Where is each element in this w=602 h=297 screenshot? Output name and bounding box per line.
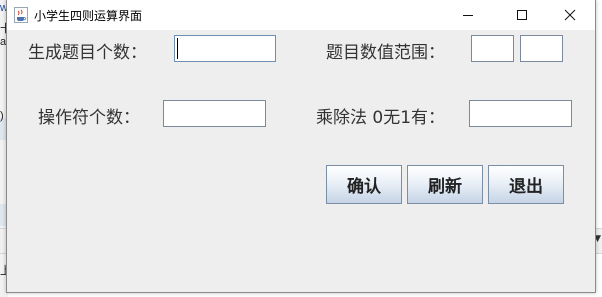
muldiv-label: 乘除法 0无1有： <box>316 108 446 128</box>
confirm-button[interactable]: 确认 <box>326 165 402 204</box>
operator-count-label: 操作符个数： <box>38 108 140 128</box>
app-window: 小学生四则运算界面 生成题目个数： 题目数值范围： 操作符个数： 乘除法 0无1… <box>6 0 596 293</box>
minimize-icon <box>463 15 473 16</box>
java-coffee-icon <box>14 7 28 23</box>
screen: w 十 a ) 上 ▼ 小学生四则运算界面 生成题目个数： 题目数值范围： 操作… <box>0 0 602 297</box>
range-min-input[interactable] <box>471 35 514 62</box>
range-max-input[interactable] <box>520 35 563 62</box>
minimize-button[interactable] <box>445 0 491 30</box>
exit-button[interactable]: 退出 <box>488 165 564 204</box>
maximize-button[interactable] <box>499 0 545 30</box>
refresh-button[interactable]: 刷新 <box>407 165 483 204</box>
close-icon <box>564 9 576 21</box>
maximize-icon <box>517 10 527 20</box>
muldiv-input[interactable] <box>469 100 572 127</box>
form-panel: 生成题目个数： 题目数值范围： 操作符个数： 乘除法 0无1有： 确认 刷新 退… <box>7 30 595 292</box>
window-title: 小学生四则运算界面 <box>34 9 143 23</box>
close-button[interactable] <box>547 0 593 30</box>
question-count-input[interactable] <box>174 35 276 62</box>
title-bar[interactable]: 小学生四则运算界面 <box>7 0 595 30</box>
range-label: 题目数值范围： <box>326 43 445 63</box>
question-count-label: 生成题目个数： <box>28 43 147 63</box>
text-caret <box>177 38 178 59</box>
operator-count-input[interactable] <box>163 100 266 127</box>
